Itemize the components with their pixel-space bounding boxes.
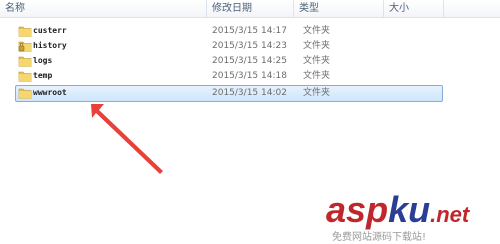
column-header-spacer xyxy=(444,0,500,18)
watermark-subtitle: 免费网站源码下载站! xyxy=(332,232,427,243)
column-header-bar: 名称 修改日期 类型 大小 xyxy=(0,0,500,18)
file-row-wwwroot[interactable]: wwwroot 2015/3/15 14:02 文件夹 xyxy=(15,85,443,102)
file-name: wwwroot xyxy=(33,88,67,97)
folder-icon xyxy=(18,26,32,37)
column-header-type[interactable]: 类型 xyxy=(294,0,384,18)
file-name: logs xyxy=(33,56,53,65)
file-date-modified: 2015/3/15 14:17 xyxy=(212,26,287,36)
file-type: 文件夹 xyxy=(303,41,331,51)
file-type: 文件夹 xyxy=(303,71,331,81)
file-type: 文件夹 xyxy=(303,26,331,36)
locked-folder-icon xyxy=(18,41,32,52)
file-name: custerr xyxy=(33,26,67,35)
file-explorer-view: 名称 修改日期 类型 大小 custerr 2015/3/15 14:17 文件… xyxy=(0,0,500,244)
file-row-temp[interactable]: temp 2015/3/15 14:18 文件夹 xyxy=(15,68,443,84)
file-row-custerr[interactable]: custerr 2015/3/15 14:17 文件夹 xyxy=(15,23,443,39)
file-date-modified: 2015/3/15 14:18 xyxy=(212,71,287,81)
column-header-name[interactable]: 名称 xyxy=(0,0,207,18)
folder-icon xyxy=(18,88,32,99)
file-date-modified: 2015/3/15 14:23 xyxy=(212,41,287,51)
file-type: 文件夹 xyxy=(303,56,331,66)
column-header-date-modified[interactable]: 修改日期 xyxy=(207,0,294,18)
file-type: 文件夹 xyxy=(303,88,331,98)
file-row-history[interactable]: history 2015/3/15 14:23 文件夹 xyxy=(15,38,443,54)
folder-icon xyxy=(18,71,32,82)
file-date-modified: 2015/3/15 14:02 xyxy=(212,88,287,98)
folder-icon xyxy=(18,56,32,67)
file-name: temp xyxy=(33,71,53,80)
column-header-size[interactable]: 大小 xyxy=(384,0,444,18)
watermark-logo: aspku.net 免费网站源码下载站! xyxy=(320,188,500,244)
file-row-logs[interactable]: logs 2015/3/15 14:25 文件夹 xyxy=(15,53,443,69)
file-date-modified: 2015/3/15 14:25 xyxy=(212,56,287,66)
file-name: history xyxy=(33,41,67,50)
